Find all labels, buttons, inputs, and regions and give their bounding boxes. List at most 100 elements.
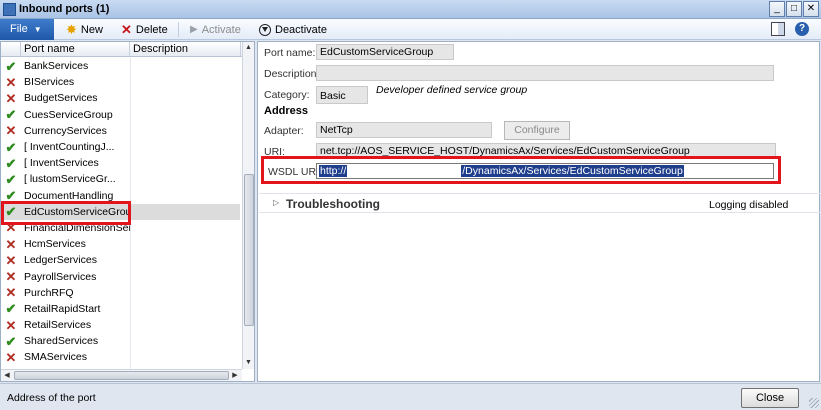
minimize-button[interactable]: _	[769, 1, 785, 17]
port-name-cell: DocumentHandling	[24, 189, 114, 202]
port-name-column-header[interactable]: Port name	[21, 42, 130, 56]
table-row[interactable]: ✕ LedgerServices	[1, 252, 240, 268]
port-name-cell: PayrollServices	[24, 270, 97, 283]
port-name-cell: CuesServiceGroup	[24, 108, 113, 121]
check-icon: ✔	[5, 58, 17, 74]
port-name-label: Port name:	[264, 47, 316, 59]
deactivate-button[interactable]: Deactivate	[259, 22, 327, 37]
logging-status: Logging disabled	[709, 199, 789, 211]
table-row[interactable]: ✔ CuesServiceGroup	[1, 107, 240, 123]
port-name-cell: [ InventCountingJ...	[24, 141, 115, 154]
file-menu-button[interactable]: File ▼	[0, 19, 54, 40]
scroll-up-icon[interactable]: ▲	[243, 42, 254, 54]
table-row[interactable]: ✔ RetailRapidStart	[1, 301, 240, 317]
table-row[interactable]: ✕ RetailServices	[1, 317, 240, 333]
delete-button[interactable]: ✕ Delete	[121, 22, 168, 37]
table-row[interactable]: ✔ [ InventCountingJ...	[1, 139, 240, 155]
table-row[interactable]: ✕ BudgetServices	[1, 90, 240, 106]
adapter-label: Adapter:	[264, 125, 304, 137]
table-row[interactable]: ✔ SharedServices	[1, 333, 240, 349]
layout-icon[interactable]	[771, 22, 785, 36]
status-bar: Address of the port Close	[0, 383, 821, 410]
port-name-cell: BudgetServices	[24, 92, 98, 105]
port-name-cell: PurchRFQ	[24, 286, 74, 299]
new-button-label: New	[80, 23, 103, 36]
port-name-cell: BankServices	[24, 60, 89, 73]
port-name-cell: [ InventServices	[24, 157, 99, 170]
expand-arrow-icon[interactable]: ▷	[273, 198, 279, 207]
port-name-cell: RetailRapidStart	[24, 302, 101, 315]
vertical-scroll-thumb[interactable]	[244, 174, 254, 326]
x-icon: ✕	[5, 269, 17, 285]
selected-row-highlight	[1, 201, 131, 225]
troubleshooting-section[interactable]: ▷ Troubleshooting Logging disabled	[259, 193, 820, 213]
activate-button-label: Activate	[201, 23, 241, 36]
deactivate-button-label: Deactivate	[275, 23, 327, 36]
troubleshooting-title: Troubleshooting	[286, 197, 380, 211]
port-name-field[interactable]: EdCustomServiceGroup	[316, 44, 454, 60]
horizontal-scrollbar[interactable]: ◀ ▶	[1, 369, 242, 381]
table-row[interactable]: ✕ PayrollServices	[1, 268, 240, 284]
x-icon: ✕	[5, 236, 17, 252]
x-icon: ✕	[5, 123, 17, 139]
table-row[interactable]: ✕ HcmServices	[1, 236, 240, 252]
x-icon: ✕	[5, 349, 17, 365]
table-row[interactable]: ✕ CurrencyServices	[1, 123, 240, 139]
scroll-left-icon[interactable]: ◀	[1, 370, 13, 381]
table-row[interactable]: ✔ BankServices	[1, 58, 240, 74]
check-icon: ✔	[5, 333, 17, 349]
new-star-icon: ✸	[66, 22, 77, 37]
horizontal-scroll-thumb[interactable]	[14, 371, 229, 380]
x-icon: ✕	[5, 285, 17, 301]
check-icon: ✔	[5, 155, 17, 171]
wsdl-uri-highlight	[261, 156, 781, 184]
configure-button[interactable]: Configure	[504, 121, 570, 140]
category-field[interactable]: Basic	[316, 86, 368, 104]
new-button[interactable]: ✸ New	[66, 22, 103, 37]
app-icon	[3, 3, 16, 16]
maximize-button[interactable]: □	[786, 1, 802, 17]
port-name-cell: SMAServices	[24, 351, 88, 364]
table-row[interactable]: ✔ [ lustomServiceGr...	[1, 171, 240, 187]
file-menu-label: File	[10, 23, 28, 35]
table-row[interactable]: ✕ PurchRFQ	[1, 285, 240, 301]
activate-button[interactable]: ▶ Activate	[190, 22, 241, 37]
select-column-header[interactable]	[1, 42, 21, 56]
port-name-cell: RetailServices	[24, 319, 92, 332]
address-heading: Address	[264, 105, 309, 117]
port-name-cell: BIServices	[24, 76, 75, 89]
description-field[interactable]	[316, 65, 774, 81]
adapter-field[interactable]: NetTcp	[316, 122, 492, 138]
x-icon: ✕	[5, 90, 17, 106]
delete-x-icon: ✕	[121, 22, 132, 37]
description-column-header[interactable]: Description	[130, 42, 241, 56]
check-icon: ✔	[5, 139, 17, 155]
scroll-right-icon[interactable]: ▶	[229, 370, 241, 381]
deactivate-icon	[259, 23, 271, 36]
category-note: Developer defined service group	[376, 84, 528, 96]
port-name-cell: LedgerServices	[24, 254, 97, 267]
x-icon: ✕	[5, 74, 17, 90]
close-window-button[interactable]: ✕	[803, 1, 819, 17]
close-button[interactable]: Close	[741, 388, 799, 408]
table-row[interactable]: ✔ [ InventServices	[1, 155, 240, 171]
table-row[interactable]: ✕ SMAServices	[1, 349, 240, 365]
scroll-down-icon[interactable]: ▼	[243, 357, 254, 369]
x-icon: ✕	[5, 317, 17, 333]
status-text: Address of the port	[7, 392, 96, 404]
window-controls: _ □ ✕	[769, 1, 819, 17]
check-icon: ✔	[5, 301, 17, 317]
check-icon: ✔	[5, 171, 17, 187]
port-name-cell: HcmServices	[24, 238, 86, 251]
resize-grip-icon[interactable]	[809, 398, 819, 408]
delete-button-label: Delete	[135, 23, 168, 36]
help-icon[interactable]: ?	[795, 22, 809, 36]
action-pane: File ▼ ✸ New ✕ Delete ▶ Activate Deactiva…	[0, 19, 821, 40]
description-label: Description:	[264, 68, 320, 80]
x-icon: ✕	[5, 252, 17, 268]
table-row[interactable]: ✕ BIServices	[1, 74, 240, 90]
title-bar: Inbound ports (1) _ □ ✕	[0, 0, 821, 19]
toolbar-divider	[178, 22, 179, 37]
check-icon: ✔	[5, 107, 17, 123]
vertical-scrollbar[interactable]: ▲ ▼	[242, 42, 254, 369]
